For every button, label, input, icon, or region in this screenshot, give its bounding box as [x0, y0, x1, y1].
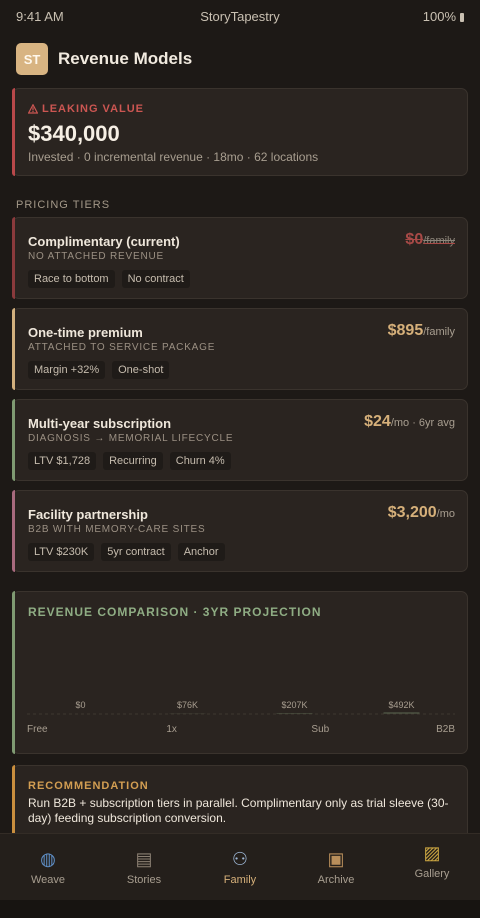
framed-picture-icon: ▨ [423, 843, 441, 863]
tier-name: Multi-year subscription [28, 416, 172, 431]
leaking-value-card: LEAKING VALUE $340,000 Invested · 0 incr… [12, 88, 468, 176]
book-icon: ▤ [135, 849, 153, 869]
battery-percent: 100% [422, 8, 456, 24]
tier-tag: One-shot [112, 361, 170, 379]
chart-category-label: Free [27, 724, 48, 735]
tier-price-amount: $0 [405, 231, 424, 248]
tier-tag: Margin +32% [28, 361, 106, 379]
battery-icon [460, 12, 464, 22]
tab-bar: ◍ Weave ▤ Stories ⚇ Family ▣ Archive ▨ G… [0, 833, 480, 900]
alert-value: $340,000 [28, 121, 120, 146]
app-header: ST Revenue Models [16, 43, 192, 75]
alert-label: LEAKING VALUE [28, 103, 144, 115]
tier-subtitle: B2B WITH MEMORY-CARE SITES [28, 524, 206, 535]
chart-category-label: B2B [436, 724, 455, 735]
tier-tags: Margin +32% One-shot [28, 361, 170, 379]
tier-name: Complimentary (current) [28, 234, 180, 249]
chart-bar [383, 712, 420, 714]
tier-tag: LTV $230K [28, 543, 95, 561]
tab-label: Weave [30, 874, 66, 886]
chart-title: REVENUE COMPARISON · 3YR PROJECTION [28, 605, 322, 619]
tier-card-subscription[interactable]: Multi-year subscription DIAGNOSIS → MEMO… [12, 399, 468, 481]
tier-name: Facility partnership [28, 507, 148, 522]
chart-value-label: $0 [75, 700, 85, 710]
alert-detail: Invested · 0 incremental revenue · 18mo … [28, 150, 319, 164]
chart-value-label: $207K [281, 700, 307, 710]
revenue-comparison-card: REVENUE COMPARISON · 3YR PROJECTION $0 $7… [12, 591, 468, 754]
tier-subtitle: DIAGNOSIS → MEMORIAL LIFECYCLE [28, 433, 234, 444]
package-icon: ▣ [327, 849, 345, 869]
tab-archive[interactable]: ▣ Archive [288, 834, 384, 900]
chart-category-label: 1x [166, 724, 177, 735]
tier-tag: 5yr contract [101, 543, 171, 561]
tier-tags: Race to bottom No contract [28, 270, 190, 288]
tier-tag: Anchor [177, 543, 225, 561]
revenue-chart: $0 $76K $207K $492K Free 1x Sub B2B [27, 700, 455, 735]
tier-price-unit: /family [423, 235, 455, 247]
alert-label-text: LEAKING VALUE [42, 103, 145, 115]
tab-weave[interactable]: ◍ Weave [0, 834, 96, 900]
tab-stories[interactable]: ▤ Stories [96, 834, 192, 900]
tier-subtitle: NO ATTACHED REVENUE [28, 251, 164, 262]
tier-price-amount: $3,200 [387, 504, 437, 521]
tab-label: Family [223, 874, 257, 886]
tab-label: Stories [126, 874, 162, 886]
tier-tags: LTV $230K 5yr contract Anchor [28, 543, 225, 561]
tier-price: $895/family [388, 322, 455, 340]
tier-price-unit: /mo · 6yr avg [390, 417, 455, 429]
tier-card-facility-partnership[interactable]: Facility partnership B2B WITH MEMORY-CAR… [12, 490, 468, 572]
tier-tag: Race to bottom [28, 270, 115, 288]
tier-tag: No contract [121, 270, 190, 288]
chart-bar [276, 713, 313, 714]
tier-tag: Churn 4% [169, 452, 231, 470]
page-title: Revenue Models [58, 49, 193, 68]
tab-gallery[interactable]: ▨ Gallery [384, 834, 480, 900]
tab-label: Gallery [414, 868, 450, 880]
spool-icon: ◍ [40, 849, 56, 869]
tier-tags: LTV $1,728 Recurring Churn 4% [28, 452, 231, 470]
tier-price: $24/mo · 6yr avg [364, 413, 455, 431]
warning-icon [28, 104, 38, 114]
chart-category-label: Sub [311, 724, 329, 735]
tier-price-unit: /mo [436, 508, 455, 520]
status-battery: 100% [423, 9, 464, 24]
family-icon: ⚇ [231, 849, 249, 869]
section-label-pricing-tiers: PRICING TIERS [16, 199, 111, 211]
status-time: 9:41 AM [16, 8, 64, 24]
tier-name: One-time premium [28, 325, 143, 340]
tier-card-one-time-premium[interactable]: One-time premium ATTACHED TO SERVICE PAC… [12, 308, 468, 390]
chart-value-label: $492K [388, 700, 414, 710]
chart-value-label: $76K [177, 700, 198, 710]
tier-price-amount: $895 [387, 322, 424, 339]
status-bar: 9:41 AM StoryTapestry 100% [0, 0, 480, 32]
tier-card-complimentary[interactable]: Complimentary (current) NO ATTACHED REVE… [12, 217, 468, 299]
tab-family[interactable]: ⚇ Family [192, 834, 288, 900]
tier-subtitle: ATTACHED TO SERVICE PACKAGE [28, 342, 216, 353]
tier-price: $0/family [405, 231, 455, 249]
tier-tag: LTV $1,728 [28, 452, 97, 470]
status-app-name: StoryTapestry [200, 8, 280, 24]
recommendation-title: RECOMMENDATION [28, 780, 149, 792]
tier-tag: Recurring [103, 452, 163, 470]
tier-price-unit: /family [423, 326, 455, 338]
app-logo[interactable]: ST [16, 43, 48, 75]
recommendation-text: Run B2B + subscription tiers in parallel… [28, 796, 449, 825]
tier-price: $3,200/mo [388, 504, 455, 522]
tier-price-amount: $24 [364, 413, 391, 430]
home-indicator-area [0, 900, 480, 918]
tab-label: Archive [317, 874, 355, 886]
